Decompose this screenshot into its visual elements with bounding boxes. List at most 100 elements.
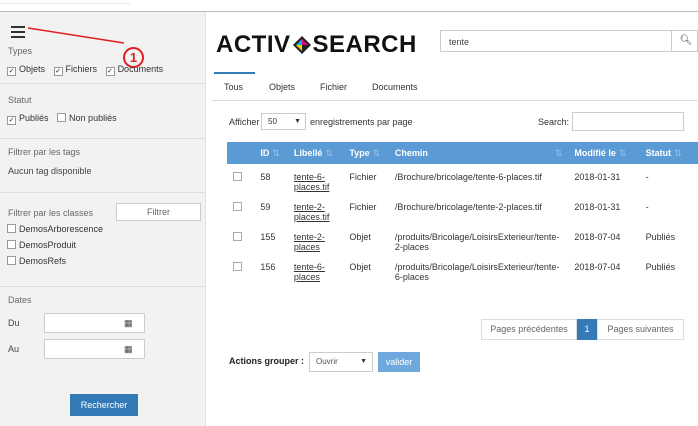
statut-non-publies-label: Non publiés xyxy=(69,113,117,123)
row-libelle-cell: tente-2- places xyxy=(288,224,343,254)
table-search-input[interactable] xyxy=(572,112,684,131)
row-libelle-link[interactable]: tente-6- places.tif xyxy=(294,172,330,192)
row-chemin: /produits/Bricolage/LoisirsExterieur/ten… xyxy=(394,262,560,282)
calendar-icon[interactable]: ▦ xyxy=(124,345,133,354)
chevron-down-icon: ▼ xyxy=(294,118,301,125)
tab-tous[interactable]: Tous xyxy=(224,82,243,92)
row-type: Fichier xyxy=(349,202,377,212)
statut-checkboxes: ✓ Publiés Non publiés xyxy=(7,113,123,125)
date-to-input[interactable]: ▦ xyxy=(44,339,145,359)
checkbox-unchecked-icon xyxy=(7,256,16,265)
types-checkboxes: ✓ Objets ✓ Fichiers ✓ Documents xyxy=(7,64,169,76)
bulk-action-select[interactable]: Ouvrir ▼ xyxy=(309,352,373,372)
row-modifie: 2018-07-04 xyxy=(574,262,621,272)
pagination-page-button[interactable]: 1 xyxy=(577,319,597,340)
divider xyxy=(0,286,205,287)
row-id: 155 xyxy=(260,232,276,242)
statut-label: Statut xyxy=(8,95,32,105)
checkbox-checked-icon: ✓ xyxy=(7,116,16,125)
checkbox-checked-icon: ✓ xyxy=(53,67,63,76)
checkbox-checked-icon: ✓ xyxy=(105,67,115,76)
calendar-icon[interactable]: ▦ xyxy=(124,319,133,328)
row-libelle-link[interactable]: tente-2- places.tif xyxy=(294,202,330,222)
header-libelle[interactable]: Libellé ⇅ xyxy=(287,142,344,164)
header-statut[interactable]: Statut ⇅ xyxy=(639,142,695,164)
class-produit-checkbox[interactable]: DemosProduit xyxy=(7,240,76,250)
dates-label: Dates xyxy=(8,295,32,305)
global-search-value: tente xyxy=(449,37,470,47)
row-select-cell xyxy=(227,164,254,194)
entries-label: enregistrements par page xyxy=(310,117,413,127)
row-chemin: /produits/Bricolage/LoisirsExterieur/ten… xyxy=(394,232,560,252)
class-arborescence-label: DemosArborescence xyxy=(19,224,104,234)
tab-objets[interactable]: Objets xyxy=(269,82,295,92)
table-row: 155 tente-2- places Objet /produits/Brico… xyxy=(227,224,698,254)
global-search-input[interactable]: tente 🔍︎ xyxy=(440,30,698,52)
type-fichiers-label: Fichiers xyxy=(65,64,98,74)
tabs-bar: Tous Objets Fichier Documents xyxy=(212,74,698,101)
type-objets-checkbox[interactable]: ✓ Objets xyxy=(7,64,45,76)
sort-icon: ⇅ xyxy=(372,147,381,158)
class-refs-label: DemosRefs xyxy=(19,256,67,266)
row-checkbox[interactable] xyxy=(233,262,242,271)
class-refs-checkbox[interactable]: DemosRefs xyxy=(7,256,66,266)
class-produit-label: DemosProduit xyxy=(19,240,77,250)
valider-button[interactable]: valider xyxy=(378,352,420,372)
tab-documents[interactable]: Documents xyxy=(372,82,418,92)
row-chemin: /Brochure/bricolage/tente-6-places.tif xyxy=(394,172,542,182)
header-chemin[interactable]: Chemin ⇅ xyxy=(388,142,569,164)
annotation-arrow xyxy=(28,27,125,44)
header-id[interactable]: ID ⇅ xyxy=(254,142,288,164)
row-type: Objet xyxy=(349,232,371,242)
type-fichiers-checkbox[interactable]: ✓ Fichiers xyxy=(53,64,98,76)
date-from-input[interactable]: ▦ xyxy=(44,313,145,333)
classes-label: Filtrer par les classes xyxy=(8,208,94,218)
row-select-cell xyxy=(227,254,254,284)
statut-non-publies-checkbox[interactable]: Non publiés xyxy=(57,113,117,123)
page-length-select[interactable]: 50 ▼ xyxy=(261,113,306,130)
tags-empty-text: Aucun tag disponible xyxy=(8,166,92,176)
row-type: Objet xyxy=(349,262,371,272)
row-id: 59 xyxy=(260,202,271,212)
rechercher-button[interactable]: Rechercher xyxy=(70,394,138,416)
classes-filter-input[interactable]: Filtrer xyxy=(116,203,201,221)
class-arborescence-checkbox[interactable]: DemosArborescence xyxy=(7,224,103,234)
pagination-next-button[interactable]: Pages suivantes xyxy=(597,319,684,340)
header-type[interactable]: Type ⇅ xyxy=(343,142,389,164)
table-row: 59 tente-2- places.tif Fichier /Brochure/… xyxy=(227,194,698,224)
table-row: 156 tente-6- places Objet /produits/Brico… xyxy=(227,254,698,284)
tab-fichier[interactable]: Fichier xyxy=(320,82,347,92)
tags-label: Filtrer par les tags xyxy=(8,147,81,157)
row-checkbox[interactable] xyxy=(233,172,242,181)
logo-diamond-icon xyxy=(292,36,311,54)
row-select-cell xyxy=(227,224,254,254)
hamburger-menu-icon[interactable] xyxy=(11,26,25,38)
pagination-previous-button[interactable]: Pages précédentes xyxy=(481,319,577,340)
search-icon[interactable]: 🔍︎ xyxy=(671,31,698,51)
row-statut: - xyxy=(645,202,649,212)
sort-icon: ⇅ xyxy=(618,147,627,158)
results-table: ID ⇅ Libellé ⇅ Type ⇅ Chemin ⇅ Modifié le ⇅ S… xyxy=(227,142,698,284)
statut-publies-checkbox[interactable]: ✓ Publiés xyxy=(7,113,49,125)
table-search-label: Search: xyxy=(538,117,570,127)
table-header-row: ID ⇅ Libellé ⇅ Type ⇅ Chemin ⇅ Modifié le ⇅ S… xyxy=(227,142,698,164)
logo-text-left: ACTIV xyxy=(216,31,291,58)
row-libelle-cell: tente-6- places.tif xyxy=(288,164,343,194)
header-modifie[interactable]: Modifié le ⇅ xyxy=(568,142,640,164)
row-checkbox[interactable] xyxy=(233,232,242,241)
row-libelle-link[interactable]: tente-6- places xyxy=(294,262,325,282)
row-libelle-link[interactable]: tente-2- places xyxy=(294,232,325,252)
row-checkbox[interactable] xyxy=(233,202,242,211)
row-statut: Publiés xyxy=(645,262,676,272)
row-type: Fichier xyxy=(349,172,377,182)
sort-icon: ⇅ xyxy=(272,147,280,158)
type-documents-checkbox[interactable]: ✓ Documents xyxy=(105,64,163,76)
types-label: Types xyxy=(8,46,33,56)
divider xyxy=(0,192,205,193)
row-chemin: /Brochure/bricolage/tente-2-places.tif xyxy=(394,202,542,212)
sort-icon: ⇅ xyxy=(554,147,563,158)
header-select xyxy=(227,142,255,164)
divider xyxy=(0,138,205,139)
row-modifie: 2018-01-31 xyxy=(574,172,621,182)
show-label: Afficher xyxy=(229,117,260,127)
